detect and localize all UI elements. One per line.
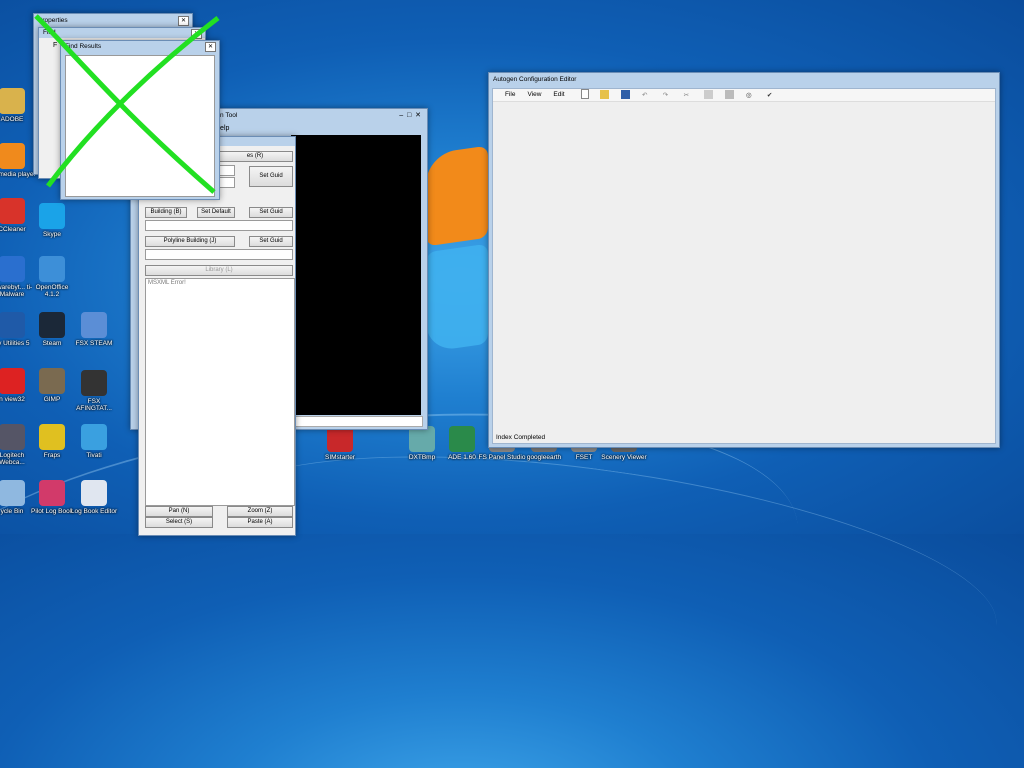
open-icon[interactable] [600,89,610,99]
check-icon[interactable]: ✔ [767,90,776,99]
autogen-client: File View Edit ↶ ↷ ✂ ◎ ✔ Index Completed [492,88,996,444]
save-icon[interactable] [621,89,631,99]
redo-icon[interactable]: ↷ [663,90,672,99]
autogen-window[interactable]: Autogen Configuration Editor File View E… [488,72,1000,448]
cross-stroke [46,16,220,188]
menu-view[interactable]: View [527,91,541,98]
status-text: Index Completed [496,434,546,441]
paste-icon[interactable] [725,89,735,99]
toolbar: ↶ ↷ ✂ ◎ ✔ [580,89,786,100]
autogen-title: Autogen Configuration Editor [493,76,577,83]
menu-file[interactable]: File [505,91,515,98]
menu-bar: File View Edit ↶ ↷ ✂ ◎ ✔ [493,89,995,102]
find-icon[interactable]: ◎ [746,90,755,99]
copy-icon[interactable] [704,89,714,99]
new-icon[interactable] [580,89,589,100]
undo-icon[interactable]: ↶ [642,90,651,99]
menu-edit[interactable]: Edit [553,91,564,98]
cut-icon[interactable]: ✂ [684,90,693,99]
